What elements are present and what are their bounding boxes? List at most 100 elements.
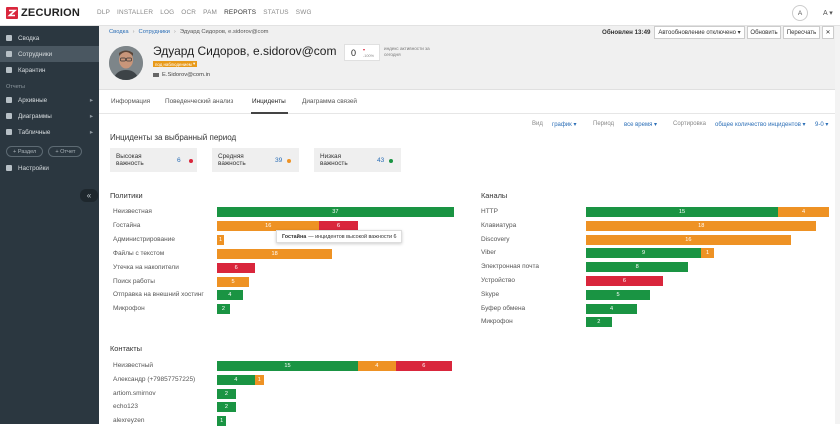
contacts-bar-low[interactable]: 2 [217, 388, 236, 399]
contacts-title: Контакты [110, 344, 142, 353]
contacts-row-label: echo123 [113, 403, 138, 411]
page-scrollbar[interactable] [835, 26, 840, 424]
active-tab-indicator [251, 112, 288, 114]
channels-row-label: Клавиатура [481, 221, 517, 229]
channels-title: Каналы [481, 191, 508, 200]
channels-bar-low[interactable]: 2 [586, 317, 612, 328]
sidebar-item-label: Диаграммы [18, 112, 52, 120]
channels-bar-medium[interactable]: 16 [586, 234, 791, 245]
policies-bar-low[interactable]: 2 [217, 304, 230, 315]
nav-item-pam[interactable]: PAM [203, 9, 217, 16]
dashboard-icon [6, 35, 12, 41]
severity-label-line: Низкая [320, 153, 342, 160]
severity-label-line: Высокая [116, 153, 142, 160]
sort-value: общее количество инцидентов [715, 122, 801, 128]
sidebar-item-items_top-0[interactable]: Сводка [0, 30, 99, 46]
contacts-bar-low[interactable]: 4 [217, 374, 255, 385]
policies-row-label: Микрофон [113, 305, 145, 313]
severity-dot-icon [189, 159, 193, 163]
user-avatar[interactable]: A [792, 5, 808, 21]
sidebar-item-settings[interactable]: Настройки [0, 160, 99, 176]
sidebar-item-label: Табличные [18, 128, 51, 136]
policies-row-label: Гостайна [113, 221, 141, 229]
contacts-bar-medium[interactable]: 1 [254, 374, 264, 385]
nav-item-status[interactable]: STATUS [263, 9, 288, 16]
policies-bar-medium[interactable]: 5 [217, 276, 249, 287]
contacts-bar-medium[interactable]: 4 [358, 361, 396, 371]
add-section-button[interactable]: + Раздел [6, 146, 44, 157]
activity-index-box: 0 ▾ -100% [344, 44, 380, 61]
period-dropdown[interactable]: все время ▾ [624, 121, 657, 128]
channels-bar-medium[interactable]: 4 [778, 207, 830, 217]
channels-bar-low[interactable]: 15 [586, 207, 778, 217]
channels-bar-low[interactable]: 5 [586, 289, 650, 300]
sidebar-item-items_top-2[interactable]: Карантин [0, 62, 99, 78]
contacts-bar-low[interactable]: 15 [217, 361, 358, 371]
add-report-button[interactable]: + Отчет [48, 146, 83, 157]
recalculate-button[interactable]: Пересчать [783, 26, 820, 39]
logo-text: ZECURION [21, 7, 81, 19]
zecurion-logo[interactable]: ZECURION [6, 6, 80, 20]
channels-bar-medium[interactable]: 18 [586, 220, 817, 231]
chevron-right-icon: ▸ [89, 96, 93, 104]
period-title: Инциденты за выбранный период [110, 133, 237, 142]
sidebar-item-items_reports-1[interactable]: Диаграммы ▸ [0, 108, 99, 124]
view-dropdown[interactable]: график ▾ [552, 121, 576, 128]
sidebar-item-label: Сводка [18, 34, 40, 42]
nav-item-ocr[interactable]: OCR [181, 9, 196, 16]
channels-bar-low[interactable]: 8 [586, 262, 689, 273]
employee-photo-image [109, 46, 143, 80]
breadcrumb-summary[interactable]: Сводка [109, 29, 129, 35]
sidebar-collapse-button[interactable]: « [80, 189, 98, 202]
activity-index-value: 0 [351, 48, 357, 58]
nav-item-reports[interactable]: REPORTS [224, 9, 256, 16]
tab-information[interactable]: Информация [111, 98, 150, 105]
activity-delta-percent: -100% [363, 54, 374, 58]
severity-card-high[interactable]: Высокая важность 6 [110, 148, 197, 172]
nav-item-swg[interactable]: SWG [296, 9, 312, 16]
policies-row-label: Поиск работы [113, 277, 155, 285]
contacts-bar-low[interactable]: 2 [217, 402, 236, 413]
user-menu-toggle[interactable]: A ▾ [823, 9, 833, 17]
bar-tooltip: Гостайна — инцидентов высокой важности 6 [276, 230, 402, 243]
policies-bar-low[interactable]: 37 [217, 207, 454, 217]
sort-direction-dropdown[interactable]: 9-0 ▾ [815, 121, 828, 128]
policies-row-label: Администрирование [113, 235, 175, 243]
tab-connections-diagram[interactable]: Диаграмма связей [302, 98, 357, 105]
contacts-bar-high[interactable]: 6 [395, 361, 452, 371]
channels-bar-low[interactable]: 4 [586, 303, 638, 314]
sidebar-section-reports: Отчеты [6, 84, 26, 90]
severity-card-low[interactable]: Низкая важность 43 [314, 148, 401, 172]
sidebar-item-items_reports-0[interactable]: Архивные ▸ [0, 92, 99, 108]
close-icon[interactable]: ✕ [822, 26, 834, 39]
quarantine-icon [6, 67, 12, 73]
policies-bar-medium[interactable]: 18 [217, 248, 333, 259]
policies-bar-low[interactable]: 4 [217, 290, 243, 301]
severity-card-medium[interactable]: Средняя важность 39 [212, 148, 299, 172]
channels-bar-low[interactable]: 9 [586, 248, 702, 259]
sort-dropdown[interactable]: общее количество инцидентов ▾ [715, 121, 806, 128]
autoupdate-dropdown[interactable]: Автообновление отключено ▾ [654, 26, 745, 39]
severity-label: Средняя важность [218, 153, 246, 168]
sidebar-item-items_reports-2[interactable]: Табличные ▸ [0, 124, 99, 140]
severity-label-line: важность [116, 160, 144, 168]
contacts-bar-low[interactable]: 1 [217, 416, 227, 426]
contacts-row-label: artiom.smirnov [113, 389, 156, 397]
channels-bar-medium[interactable]: 1 [701, 248, 714, 259]
channels-bar-high[interactable]: 6 [586, 276, 663, 286]
breadcrumb-separator: › [132, 29, 135, 35]
channels-row-label: Discovery [481, 235, 510, 243]
watch-status-badge[interactable]: под наблюдением ▾ [153, 61, 198, 67]
tooltip-text: — инцидентов высокой важности 6 [308, 233, 397, 240]
nav-item-log[interactable]: LOG [160, 9, 174, 16]
nav-item-installer[interactable]: INSTALLER [117, 9, 153, 16]
policies-bar-high[interactable]: 6 [217, 262, 256, 273]
nav-item-dlp[interactable]: DLP [97, 9, 110, 16]
refresh-button[interactable]: Обновить [747, 26, 781, 39]
breadcrumb-employees[interactable]: Сотрудники [139, 29, 170, 35]
tab-behavior-analysis[interactable]: Поведенческий анализ [165, 98, 233, 105]
period-label: Период [593, 121, 615, 127]
tab-incidents[interactable]: Инциденты [252, 98, 286, 105]
policies-bar-medium[interactable]: 1 [217, 234, 224, 245]
sidebar-item-items_top-1[interactable]: Сотрудники [0, 46, 99, 62]
